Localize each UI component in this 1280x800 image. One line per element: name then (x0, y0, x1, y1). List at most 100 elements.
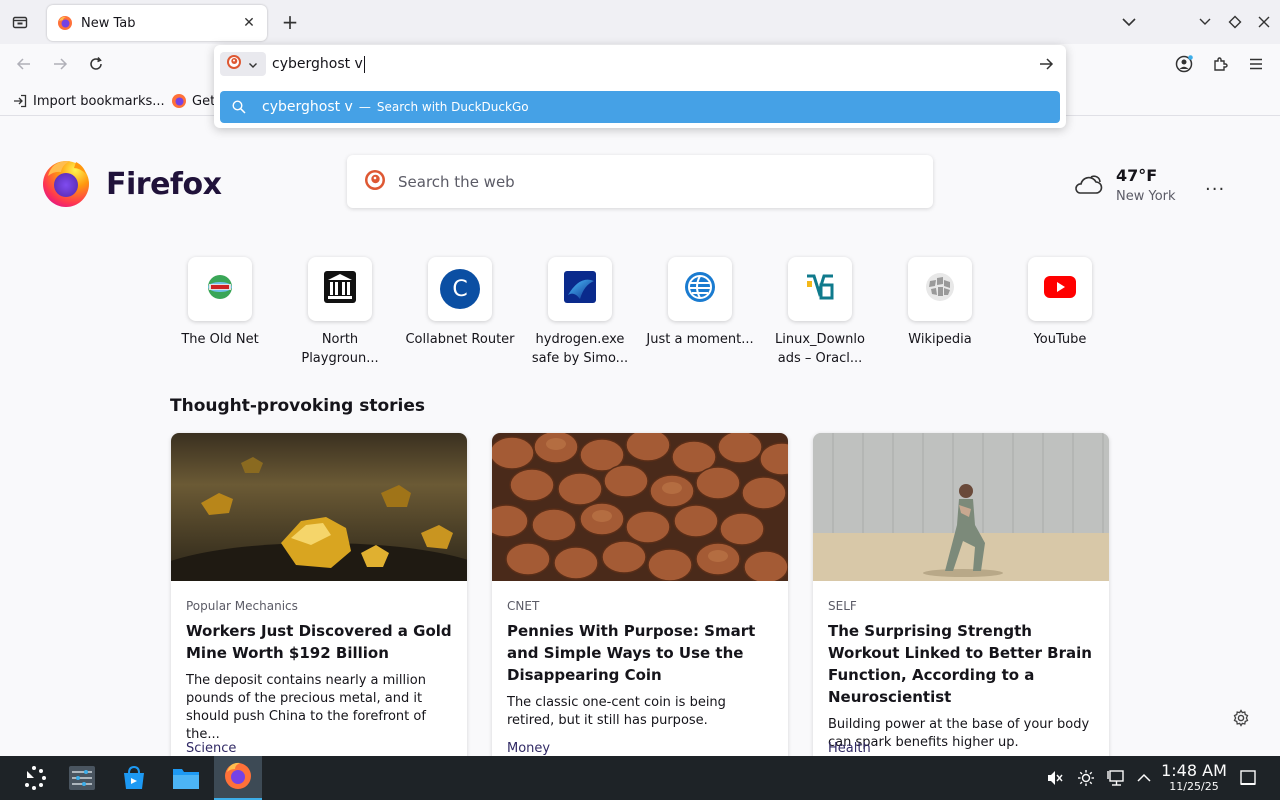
top-site-label: YouTube (1033, 332, 1087, 347)
story-card[interactable]: SELF The Surprising Strength Workout Lin… (813, 433, 1109, 756)
firefox-wordmark: Firefox (106, 166, 222, 202)
story-card[interactable]: Popular Mechanics Workers Just Discovere… (171, 433, 467, 756)
old-net-globe-icon (206, 273, 234, 305)
list-all-tabs-icon[interactable] (1121, 14, 1139, 30)
duckduckgo-icon (226, 54, 242, 74)
top-site-tile: C (428, 257, 492, 321)
search-suggestion-row[interactable]: cyberghost v — Search with DuckDuckGo (220, 91, 1060, 123)
story-title: The Surprising Strength Workout Linked t… (828, 622, 1092, 706)
story-image-gold-nuggets (171, 433, 467, 581)
top-site-tile (788, 257, 852, 321)
bookmark-label: Import bookmarks... (33, 93, 165, 109)
top-site-label: North Playgroun... (301, 332, 379, 366)
top-site-label: Wikipedia (908, 332, 972, 347)
weather-temperature: 47°F (1116, 166, 1158, 185)
bookmark-import[interactable]: Import bookmarks... (12, 92, 165, 110)
story-topic[interactable]: Science (186, 741, 236, 756)
top-site-north-playground[interactable]: North Playgroun... (285, 257, 395, 368)
top-site-tile (668, 257, 732, 321)
top-site-tile (548, 257, 612, 321)
minimize-icon[interactable] (1195, 12, 1215, 32)
digital-clock[interactable]: 1:48 AM 11/25/25 (1160, 762, 1228, 794)
top-site-wikipedia[interactable]: Wikipedia (885, 257, 995, 349)
firefox-logo: Firefox (40, 156, 222, 212)
file-manager-icon[interactable] (170, 762, 202, 794)
discover-store-icon[interactable] (118, 762, 150, 794)
top-site-linux-downloads[interactable]: Linux_Downlo ads – Oracl... (765, 257, 875, 368)
chevron-up-icon[interactable] (1134, 768, 1154, 788)
top-site-collabnet-router[interactable]: C Collabnet Router (405, 257, 515, 349)
volume-muted-icon[interactable] (1045, 768, 1065, 788)
taskbar-firefox[interactable] (214, 756, 262, 800)
new-tab-button[interactable]: + (280, 10, 300, 34)
forward-arrow-icon[interactable] (50, 54, 70, 74)
search-placeholder: Search the web (398, 172, 515, 191)
story-source: Popular Mechanics (186, 599, 298, 613)
show-desktop-icon[interactable] (1238, 768, 1258, 788)
taskbar: 1:48 AM 11/25/25 (0, 756, 1280, 800)
close-window-icon[interactable] (1254, 12, 1274, 32)
story-source: SELF (828, 599, 857, 613)
top-site-label: Linux_Downlo ads – Oracl... (775, 332, 865, 366)
suggestion-action: Search with DuckDuckGo (376, 100, 529, 114)
story-topic[interactable]: Money (507, 741, 550, 756)
go-arrow-icon[interactable] (1036, 54, 1056, 74)
reload-icon[interactable] (86, 54, 106, 74)
web-search-box[interactable]: Search the web (347, 155, 933, 208)
virtualbox-icon (804, 271, 836, 307)
extensions-puzzle-icon[interactable] (1210, 54, 1230, 74)
urlbar-typed-text: cyberghost v (272, 56, 363, 72)
stories-heading: Thought-provoking stories (170, 396, 426, 416)
top-site-hydrogen-exe[interactable]: hydrogen.exe safe by Simo... (525, 257, 635, 368)
top-site-youtube[interactable]: YouTube (1005, 257, 1115, 349)
firefox-favicon-icon (171, 93, 187, 109)
search-icon (232, 99, 248, 115)
story-image-woman-squat (813, 433, 1109, 581)
urlbar-input[interactable]: cyberghost v (272, 54, 365, 74)
tab-close-icon[interactable]: ✕ (241, 15, 257, 31)
weather-more-options-icon[interactable]: ··· (1205, 179, 1225, 200)
network-wired-icon[interactable] (1106, 768, 1126, 788)
maximize-icon[interactable] (1225, 12, 1245, 32)
new-tab-page: Firefox Search the web 47°F New York ···… (0, 117, 1280, 756)
bookmark-label: Get (192, 93, 216, 109)
story-title: Workers Just Discovered a Gold Mine Wort… (186, 622, 452, 662)
text-caret (363, 55, 365, 73)
youtube-play-icon (1044, 275, 1076, 303)
chevron-down-icon (248, 55, 258, 74)
top-site-the-old-net[interactable]: The Old Net (165, 257, 275, 349)
windows-wallpaper-icon (564, 271, 596, 307)
account-icon[interactable] (1174, 54, 1194, 74)
story-description: The deposit contains nearly a million po… (186, 673, 426, 742)
brightness-icon[interactable] (1076, 768, 1096, 788)
story-card[interactable]: CNET Pennies With Purpose: Smart and Sim… (492, 433, 788, 756)
top-site-label: hydrogen.exe safe by Simo... (531, 332, 629, 366)
collabnet-letter-icon: C (440, 269, 480, 309)
system-settings-icon[interactable] (66, 762, 98, 794)
story-source: CNET (507, 599, 540, 613)
app-launcher-icon[interactable] (18, 762, 50, 794)
gear-icon[interactable] (1232, 709, 1250, 727)
tab-title: New Tab (81, 15, 136, 31)
story-topic[interactable]: Health (828, 741, 871, 756)
bookmark-get-started[interactable]: Get (171, 92, 215, 110)
top-site-just-a-moment[interactable]: Just a moment... (645, 257, 755, 349)
top-site-tile (308, 257, 372, 321)
search-engine-selector[interactable] (220, 52, 266, 76)
firefox-view-icon[interactable] (8, 10, 32, 34)
firefox-favicon-icon (57, 15, 73, 31)
museum-columns-icon (324, 271, 356, 307)
top-site-tile (908, 257, 972, 321)
weather-widget[interactable]: 47°F New York (1072, 165, 1192, 209)
tab-strip: New Tab ✕ + (0, 0, 1280, 44)
tab-new-tab[interactable]: New Tab ✕ (47, 5, 267, 41)
suggestion-separator: — (358, 100, 371, 114)
hamburger-menu-icon[interactable] (1246, 54, 1266, 74)
suggestion-query: cyberghost v (262, 99, 353, 115)
top-site-label: The Old Net (181, 332, 259, 347)
back-arrow-icon[interactable] (14, 54, 34, 74)
top-site-label: Collabnet Router (405, 332, 515, 347)
cloudy-weather-icon (1072, 171, 1104, 201)
firefox-icon (223, 760, 253, 794)
import-icon (12, 93, 28, 109)
